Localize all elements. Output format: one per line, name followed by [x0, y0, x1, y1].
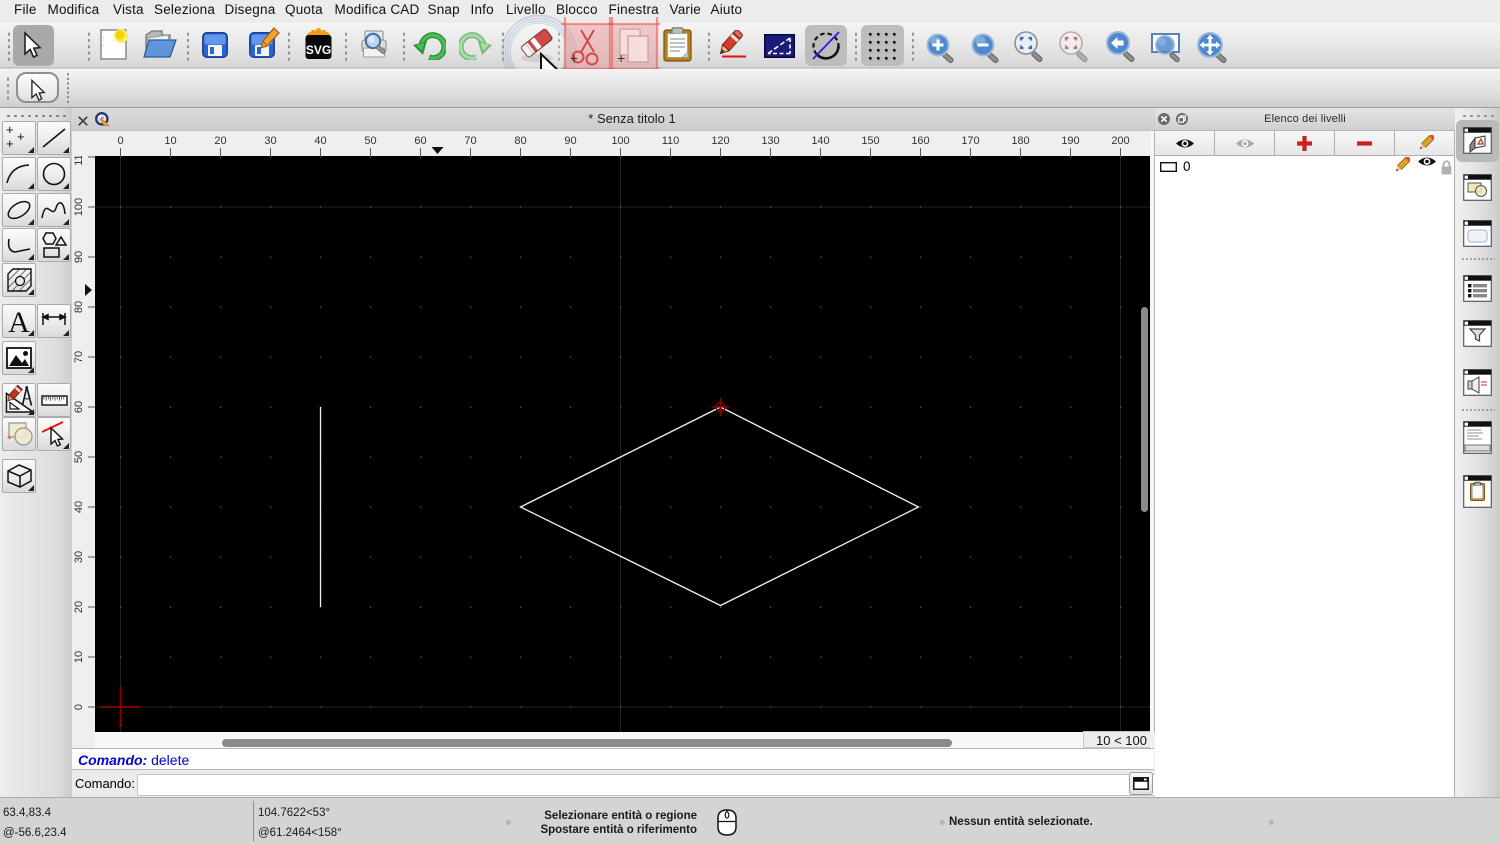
svg-text:+: + [6, 136, 14, 151]
svg-text:150: 150 [861, 135, 879, 147]
svg-text:50: 50 [73, 451, 85, 463]
svg-text:100: 100 [611, 135, 629, 147]
svg-text:40: 40 [314, 135, 326, 147]
svg-text:200: 200 [1111, 135, 1129, 147]
svg-text:0: 0 [117, 135, 123, 147]
svg-text:160: 160 [911, 135, 929, 147]
svg-text:+: + [570, 50, 578, 66]
svg-text:+: + [6, 122, 14, 137]
svg-text:170: 170 [961, 135, 979, 147]
svg-text:190: 190 [1061, 135, 1079, 147]
svg-text:50: 50 [364, 135, 376, 147]
svg-text:90: 90 [73, 251, 85, 263]
svg-text:80: 80 [73, 301, 85, 313]
svg-text:100: 100 [73, 198, 85, 216]
svg-text:140: 140 [811, 135, 829, 147]
svg-text:130: 130 [761, 135, 779, 147]
svg-text:80: 80 [514, 135, 526, 147]
svg-text:A: A [8, 306, 30, 337]
svg-text:70: 70 [73, 351, 85, 363]
svg-text:40: 40 [73, 501, 85, 513]
svg-text:20: 20 [214, 135, 226, 147]
svg-text:20: 20 [73, 601, 85, 613]
svg-text:60: 60 [414, 135, 426, 147]
svg-text:+: + [617, 50, 625, 66]
svg-text:70: 70 [464, 135, 476, 147]
svg-text:110: 110 [73, 156, 85, 166]
svg-text:30: 30 [73, 551, 85, 563]
svg-text:SVG: SVG [306, 43, 331, 57]
svg-text:60: 60 [73, 401, 85, 413]
svg-text:0: 0 [73, 704, 85, 710]
svg-text:120: 120 [711, 135, 729, 147]
svg-text:90: 90 [564, 135, 576, 147]
svg-text:10: 10 [164, 135, 176, 147]
svg-text:180: 180 [1011, 135, 1029, 147]
svg-text:30: 30 [264, 135, 276, 147]
svg-text:10: 10 [73, 651, 85, 663]
svg-text:+: + [17, 129, 25, 144]
svg-text:110: 110 [662, 135, 680, 147]
